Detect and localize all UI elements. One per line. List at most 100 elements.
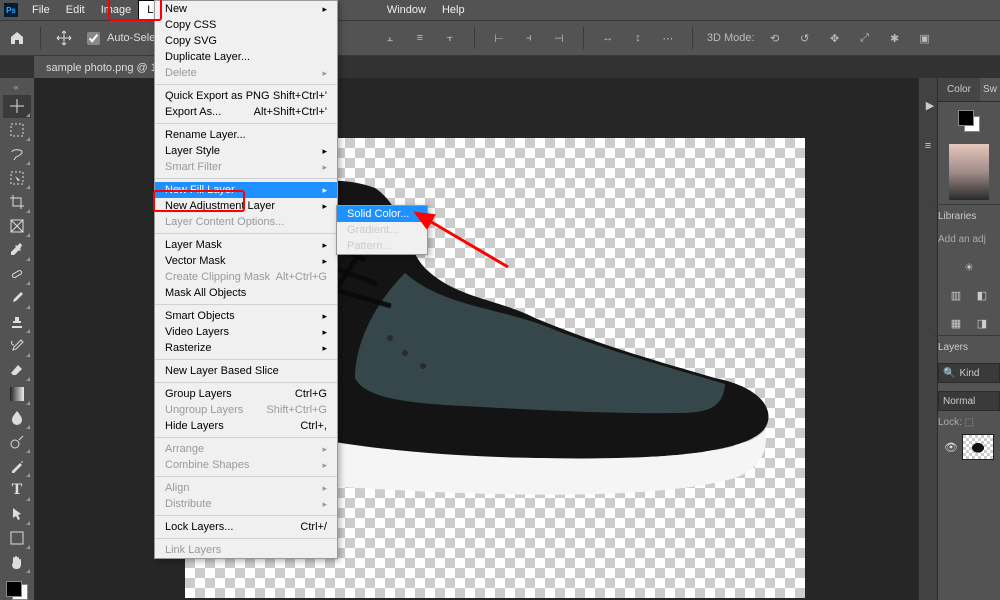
history-brush-tool[interactable] <box>3 335 31 358</box>
fg-bg-swatch[interactable] <box>6 581 28 600</box>
brush-tool[interactable] <box>3 287 31 310</box>
3d-roll-icon[interactable]: ↺ <box>795 28 815 48</box>
menu-item[interactable]: Quick Export as PNGShift+Ctrl+' <box>155 88 337 104</box>
panel-grip-icon[interactable]: « <box>10 82 24 92</box>
dodge-tool[interactable] <box>3 431 31 454</box>
menu-item: Combine Shapes▸ <box>155 457 337 473</box>
menu-item[interactable]: Hide LayersCtrl+, <box>155 418 337 434</box>
menu-item: Delete▸ <box>155 65 337 81</box>
healing-tool[interactable] <box>3 263 31 286</box>
hamburger-icon[interactable]: ≡ <box>925 140 931 152</box>
type-tool[interactable]: T <box>3 479 31 502</box>
more-icon[interactable]: ⋯ <box>658 28 678 48</box>
menu-item[interactable]: New▸ <box>155 1 337 17</box>
frame-tool[interactable] <box>3 215 31 238</box>
menu-image[interactable]: Image <box>93 1 140 19</box>
menu-item: Smart Filter▸ <box>155 159 337 175</box>
visibility-icon[interactable]: 👁 <box>944 440 958 454</box>
menu-help[interactable]: Help <box>434 1 473 19</box>
layer-menu-dropdown: New▸Copy CSSCopy SVGDuplicate Layer...De… <box>154 0 338 559</box>
home-icon[interactable] <box>8 29 26 47</box>
blur-tool[interactable] <box>3 407 31 430</box>
pen-tool[interactable] <box>3 455 31 478</box>
submenu-item[interactable]: Gradient... <box>337 222 427 238</box>
menu-item[interactable]: Layer Mask▸ <box>155 237 337 253</box>
menu-item[interactable]: Rasterize▸ <box>155 340 337 356</box>
align-bottom-icon[interactable]: ⫟ <box>440 28 460 48</box>
new-fill-layer-submenu: Solid Color...Gradient...Pattern... <box>336 205 428 255</box>
distribute-h-icon[interactable]: ↔ <box>598 28 618 48</box>
distribute-v-icon[interactable]: ↕ <box>628 28 648 48</box>
3d-mode-label: 3D Mode: <box>707 32 755 44</box>
shape-tool[interactable] <box>3 527 31 550</box>
options-bar: Auto-Select ⫠ ≡ ⫟ ⊢ ⫞ ⊣ ↔ ↕ ⋯ 3D Mode: ⟲… <box>0 20 1000 56</box>
lock-label: Lock: ⬚ <box>932 415 1000 430</box>
menu-item: Layer Content Options... <box>155 214 337 230</box>
menu-item[interactable]: Copy CSS <box>155 17 337 33</box>
marquee-tool[interactable] <box>3 119 31 142</box>
object-select-tool[interactable] <box>3 167 31 190</box>
color-tab[interactable]: Color <box>938 78 980 102</box>
submenu-item[interactable]: Pattern... <box>337 238 427 254</box>
stamp-tool[interactable] <box>3 311 31 334</box>
submenu-item[interactable]: Solid Color... <box>337 206 427 222</box>
color-picker-strip[interactable] <box>949 144 989 200</box>
menu-item[interactable]: Export As...Alt+Shift+Ctrl+' <box>155 104 337 120</box>
adj-icon-1[interactable]: ▥ <box>943 283 969 307</box>
auto-select-checkbox[interactable]: Auto-Select <box>83 29 164 48</box>
menu-item[interactable]: Layer Style▸ <box>155 143 337 159</box>
swatches-tab[interactable]: Sw <box>980 78 1000 102</box>
menu-item: Align▸ <box>155 480 337 496</box>
blend-mode-select[interactable]: Normal <box>938 391 1000 411</box>
adj-brightness-icon[interactable]: ☀ <box>956 255 982 279</box>
layer-row[interactable]: 👁 <box>940 430 998 464</box>
align-vcenter-icon[interactable]: ≡ <box>410 28 430 48</box>
align-left-icon[interactable]: ⊢ <box>489 28 509 48</box>
eraser-tool[interactable] <box>3 359 31 382</box>
add-adjustment-label: Add an adj <box>934 228 1000 251</box>
crop-tool[interactable] <box>3 191 31 214</box>
menu-item[interactable]: Duplicate Layer... <box>155 49 337 65</box>
layer-thumbnail[interactable] <box>962 434 994 460</box>
gradient-tool[interactable] <box>3 383 31 406</box>
3d-pan-icon[interactable]: ✥ <box>825 28 845 48</box>
path-select-tool[interactable] <box>3 503 31 526</box>
menu-item[interactable]: Smart Objects▸ <box>155 308 337 324</box>
align-top-icon[interactable]: ⫠ <box>380 28 400 48</box>
adj-icon-4[interactable]: ◨ <box>969 311 995 335</box>
layers-panel-header[interactable]: Layers <box>934 335 1000 359</box>
menu-item: Distribute▸ <box>155 496 337 512</box>
menu-item[interactable]: New Fill Layer▸ <box>155 182 337 198</box>
lasso-tool[interactable] <box>3 143 31 166</box>
right-panel: Color Sw Libraries Add an adj ☀ ▥ ◧ ▦ ◨ … <box>937 78 1000 600</box>
align-right-icon[interactable]: ⊣ <box>549 28 569 48</box>
move-tool[interactable] <box>3 95 31 118</box>
menu-file[interactable]: File <box>24 1 58 19</box>
menu-item[interactable]: New Adjustment Layer▸ <box>155 198 337 214</box>
menu-item[interactable]: Mask All Objects <box>155 285 337 301</box>
menu-item[interactable]: Video Layers▸ <box>155 324 337 340</box>
menu-item[interactable]: Group LayersCtrl+G <box>155 386 337 402</box>
libraries-panel-header[interactable]: Libraries <box>934 204 1000 228</box>
color-swatch[interactable] <box>958 110 980 132</box>
menu-item[interactable]: Vector Mask▸ <box>155 253 337 269</box>
adj-icon-3[interactable]: ▦ <box>943 311 969 335</box>
menu-item[interactable]: Rename Layer... <box>155 127 337 143</box>
3d-orbit-icon[interactable]: ⟲ <box>765 28 785 48</box>
3d-slide-icon[interactable]: ⤢ <box>855 28 875 48</box>
document-tab-bar: sample photo.png @ 12. × <box>0 56 1000 80</box>
menu-item[interactable]: Lock Layers...Ctrl+/ <box>155 519 337 535</box>
eyedropper-tool[interactable] <box>3 239 31 262</box>
photoshop-icon: Ps <box>4 3 18 17</box>
menu-edit[interactable]: Edit <box>58 1 93 19</box>
3d-zoom-icon[interactable]: ✱ <box>885 28 905 48</box>
menu-window[interactable]: Window <box>379 1 434 19</box>
align-hcenter-icon[interactable]: ⫞ <box>519 28 539 48</box>
3d-camera-icon[interactable]: ▣ <box>915 28 935 48</box>
move-tool-icon[interactable] <box>55 29 73 47</box>
menu-item[interactable]: New Layer Based Slice <box>155 363 337 379</box>
hand-tool[interactable] <box>3 551 31 574</box>
menu-item[interactable]: Copy SVG <box>155 33 337 49</box>
layer-filter-select[interactable]: 🔍 Kind <box>938 363 1000 383</box>
adj-icon-2[interactable]: ◧ <box>969 283 995 307</box>
